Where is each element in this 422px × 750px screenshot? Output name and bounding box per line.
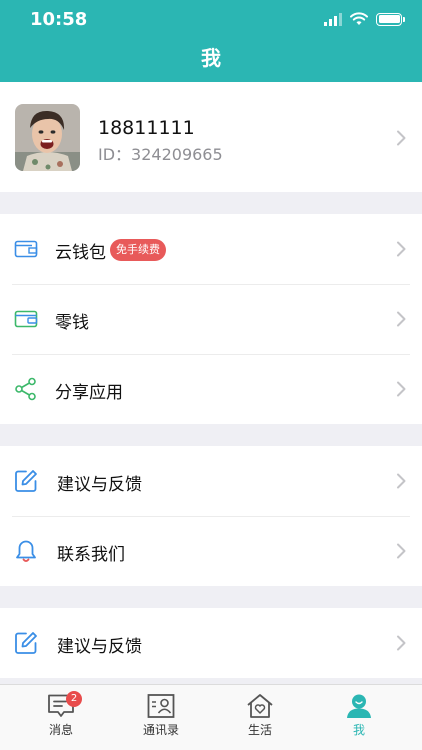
change-wallet-icon [14,310,38,328]
edit-icon [15,632,37,654]
phone-number: 18811111 [98,117,195,139]
contacts-icon [147,694,175,718]
wifi-icon [350,12,368,25]
battery-icon [376,12,405,26]
chevron-right-icon [397,473,406,489]
status-icons [324,12,405,26]
tab-me[interactable]: 我 [324,693,394,738]
menu-item-contact-us[interactable]: 联系我们 [0,516,422,586]
unread-badge: 2 [66,691,82,707]
menu-item-label: 建议与反馈 [57,637,142,657]
user-id: ID：324209665 [98,145,223,164]
menu-item-label: 云钱包 [55,243,106,263]
profile-card[interactable]: 18811111 ID：324209665 [0,82,422,192]
tab-label: 生活 [247,723,272,737]
wallet-icon [14,240,38,258]
menu-item-feedback[interactable]: 建议与反馈 [0,446,422,516]
tab-bar: 2 消息 通讯录 生活 我 [0,684,422,750]
status-bar: 10:58 [0,0,422,40]
edit-icon [15,470,37,492]
fee-free-badge: 免手续费 [110,239,166,261]
chevron-right-icon [397,635,406,651]
menu-item-share-app[interactable]: 分享应用 [0,354,422,424]
person-icon [347,694,371,718]
menu-item-feedback[interactable]: 建议与反馈 [0,608,422,678]
home-heart-icon [247,694,273,718]
menu-item-label: 零钱 [55,313,89,333]
chevron-right-icon [397,543,406,559]
tab-contacts[interactable]: 通讯录 [126,693,196,738]
nav-bar: 我 [0,40,422,82]
tab-label: 通讯录 [142,723,179,737]
menu-item-label: 联系我们 [57,545,125,565]
status-time: 10:58 [30,9,88,30]
menu-item-label: 建议与反馈 [57,475,142,495]
tab-label: 消息 [48,723,73,737]
tab-life[interactable]: 生活 [225,693,295,738]
menu-section-feedback: 建议与反馈 [0,608,422,678]
menu-section-wallet: 云钱包 免手续费 零钱 分享应用 [0,214,422,424]
chevron-right-icon [397,311,406,327]
avatar[interactable] [15,104,80,171]
menu-item-change[interactable]: 零钱 [0,284,422,354]
menu-item-label: 分享应用 [55,383,123,403]
signal-icon [324,12,342,26]
chevron-right-icon [397,381,406,397]
page-title: 我 [201,46,221,70]
menu-section-support: 建议与反馈 联系我们 [0,446,422,586]
chevron-right-icon [397,130,406,146]
menu-item-cloud-wallet[interactable]: 云钱包 免手续费 [0,214,422,284]
share-icon [15,377,36,401]
tab-label: 我 [352,723,365,737]
chevron-right-icon [397,241,406,257]
bell-icon [16,540,36,562]
tab-messages[interactable]: 2 消息 [26,691,96,738]
